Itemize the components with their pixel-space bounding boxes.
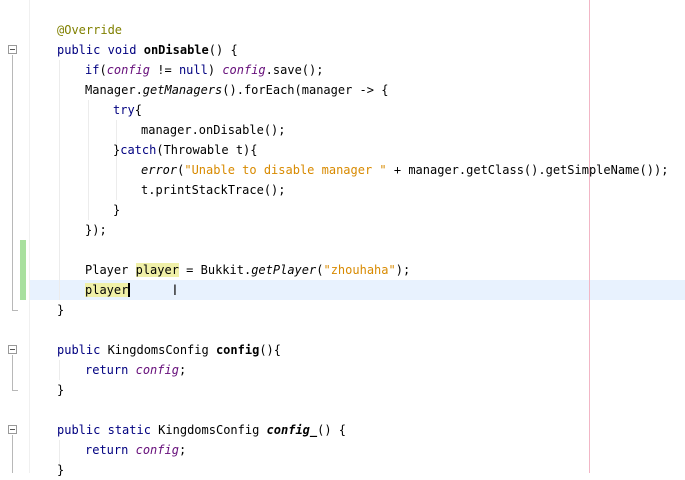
code-text: () { [317,423,347,437]
code-line-1[interactable]: @Override [57,20,122,40]
fold-end-marker [12,310,18,311]
field-token: config [106,63,151,77]
keyword-token: public [57,43,101,57]
fold-collapse-icon[interactable] [8,345,17,354]
field-token: config [135,363,179,377]
code-line-23[interactable]: } [57,460,64,480]
code-text: ().forEach(manager -> { [222,83,389,97]
code-line-8[interactable]: error("Unable to disable manager " + man… [141,160,668,180]
code-text: } [57,383,65,397]
type-token: KingdomsConfig [100,343,216,357]
method-name-token: config_ [266,423,318,437]
code-line-19[interactable]: } [57,380,64,400]
code-text: + manager.getClass().getSimpleName()); [386,163,669,177]
code-text: () { [208,43,238,57]
field-token: config [222,63,266,77]
indent-guide [116,120,117,200]
gutter-separator [29,0,30,473]
fold-range-line [12,55,13,310]
code-text: ; [178,443,187,457]
code-line-15[interactable]: } [57,300,64,320]
code-text: != [150,63,179,77]
code-line-3[interactable]: if(config != null) config.save(); [85,60,323,80]
code-text: manager.onDisable(); [141,123,286,137]
string-token: "Unable to disable manager " [184,163,387,177]
keyword-token: if [85,63,100,77]
variable-occurrence: player [135,263,179,277]
indent-guide [59,60,60,300]
keyword-token: public [57,343,101,357]
code-text: } [113,203,121,217]
code-line-14[interactable]: player [85,280,131,300]
annotation-token: @Override [57,23,123,37]
keyword-token: void [107,43,137,57]
code-line-2[interactable]: public void onDisable() { [57,40,238,60]
editor-gutter[interactable] [0,0,30,473]
code-text: (Throwable t){ [156,143,258,157]
variable-occurrence-caret: player [85,283,131,297]
fold-end-marker [12,390,18,391]
code-text: Manager. [85,83,143,97]
method-name-token: config [215,343,260,357]
static-call-token: getManagers [142,83,223,97]
code-text: t.printStackTrace(); [141,183,286,197]
keyword-token: null [178,63,208,77]
code-line-22[interactable]: return config; [85,440,186,460]
code-line-9[interactable]: t.printStackTrace(); [141,180,286,200]
code-text: } [57,303,65,317]
fold-range-line [12,435,13,473]
right-margin-guide [589,0,590,473]
static-call-token: getPlayer [251,263,317,277]
code-text: { [134,103,142,117]
type-token: Player [85,263,129,277]
keyword-token: static [107,423,151,437]
static-call-token: error [141,163,178,177]
code-text: ; [178,363,187,377]
field-token: config [135,443,179,457]
code-line-17[interactable]: public KingdomsConfig config(){ [57,340,281,360]
code-line-6[interactable]: manager.onDisable(); [141,120,286,140]
code-text: ) [207,63,223,77]
keyword-token: return [85,443,129,457]
fold-collapse-icon[interactable] [8,425,17,434]
fold-range-line [12,355,13,390]
code-text: } [57,463,65,477]
code-text: ); [395,263,411,277]
type-token: KingdomsConfig [150,423,267,437]
indent-guide [59,360,60,380]
code-line-21[interactable]: public static KingdomsConfig config_() { [57,420,346,440]
code-text: (){ [259,343,281,357]
string-token: "zhouhaha" [323,263,396,277]
code-line-7[interactable]: }catch(Throwable t){ [113,140,258,160]
code-text: .save(); [265,63,324,77]
code-text: = Bukkit. [178,263,252,277]
code-line-5[interactable]: try{ [113,100,142,120]
keyword-token: return [85,363,129,377]
text-cursor-icon: I [172,283,178,299]
fold-collapse-icon[interactable] [8,45,17,54]
code-editor[interactable]: @Override public void onDisable() { if(c… [0,0,685,477]
indent-guide [88,100,89,220]
code-line-11[interactable]: }); [85,220,107,240]
keyword-token: public [57,423,101,437]
code-text: }); [85,223,107,237]
code-line-4[interactable]: Manager.getManagers().forEach(manager ->… [85,80,388,100]
code-text: ( [99,63,107,77]
keyword-token: try [113,103,135,117]
vcs-change-marker[interactable] [20,240,26,300]
code-line-18[interactable]: return config; [85,360,186,380]
keyword-token: catch [120,143,157,157]
code-line-10[interactable]: } [113,200,120,220]
code-line-13[interactable]: Player player = Bukkit.getPlayer("zhouha… [85,260,410,280]
method-name-token: onDisable [143,43,209,57]
